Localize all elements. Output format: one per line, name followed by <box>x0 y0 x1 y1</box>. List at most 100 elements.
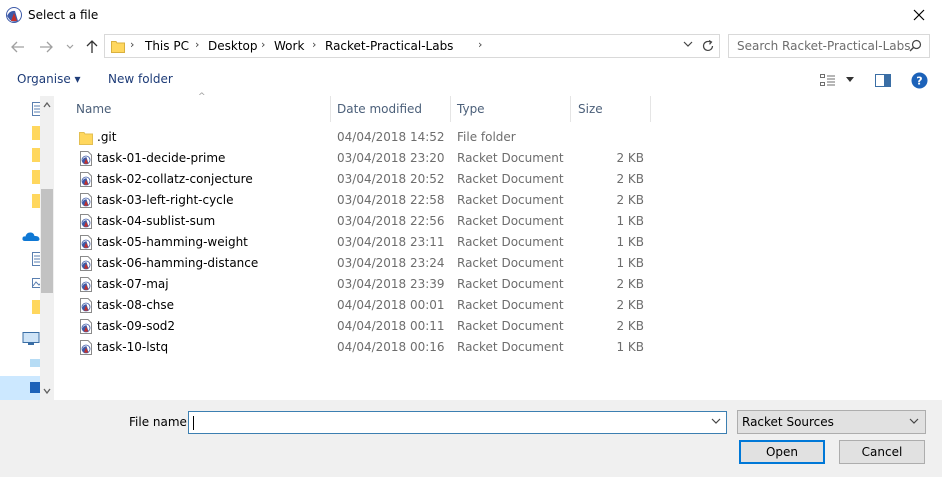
column-header-name[interactable]: Name <box>76 96 111 122</box>
file-row[interactable]: task-08-chse 04/04/2018 00:01 Racket Docum… <box>62 295 942 316</box>
racket-file-icon <box>80 172 92 187</box>
file-row[interactable]: task-01-decide-prime 03/04/2018 23:20 Rack… <box>62 148 942 169</box>
recent-locations-button[interactable] <box>62 39 78 55</box>
preview-pane-icon[interactable] <box>875 74 891 87</box>
up-button[interactable] <box>84 39 100 55</box>
cancel-button[interactable]: Cancel <box>839 440 925 464</box>
column-divider[interactable] <box>450 96 451 122</box>
onedrive-icon[interactable] <box>22 230 40 242</box>
column-header-date-modified[interactable]: Date modified <box>337 96 422 122</box>
chevron-up-icon[interactable] <box>43 102 51 108</box>
forward-button[interactable] <box>38 39 54 55</box>
file-row[interactable]: task-10-lstq 04/04/2018 00:16 Racket Docum… <box>62 337 942 358</box>
file-name: .git <box>97 130 117 144</box>
file-row[interactable]: task-02-collatz-conjecture 03/04/2018 20:… <box>62 169 942 190</box>
new-folder-button[interactable]: New folder <box>108 72 173 86</box>
file-row[interactable]: task-04-sublist-sum 03/04/2018 22:56 Racke… <box>62 211 942 232</box>
file-list: ^ Name Date modified Type Size .git 04/04… <box>62 92 942 400</box>
file-size: 2 KB <box>616 277 644 291</box>
chevron-down-icon[interactable] <box>846 77 854 82</box>
help-icon[interactable]: ? <box>911 72 928 89</box>
column-divider[interactable] <box>330 96 331 122</box>
breadcrumb-desktop[interactable]: Desktop <box>208 39 258 53</box>
file-type-filter[interactable]: Racket Sources <box>737 410 926 434</box>
file-name: task-10-lstq <box>97 340 169 354</box>
bottom-panel: File name: Racket Sources Open Cancel <box>0 400 942 477</box>
navigation-row: › This PC › Desktop › Work › Racket-Prac… <box>0 30 942 64</box>
close-button[interactable] <box>896 0 942 30</box>
search-icon <box>909 39 922 52</box>
file-date-modified: 04/04/2018 00:01 <box>337 298 445 312</box>
chevron-down-icon <box>66 44 74 49</box>
this-pc-icon[interactable] <box>22 332 40 346</box>
navigation-scrollbar[interactable] <box>40 96 54 400</box>
breadcrumb-work[interactable]: Work <box>274 39 304 53</box>
file-name-input[interactable] <box>192 414 702 431</box>
racket-file-icon <box>80 214 92 229</box>
selected-nav-item[interactable] <box>0 376 40 400</box>
file-name: task-02-collatz-conjecture <box>97 172 253 186</box>
file-row[interactable]: task-03-left-right-cycle 03/04/2018 22:58… <box>62 190 942 211</box>
file-name: task-04-sublist-sum <box>97 214 216 228</box>
file-name-combobox[interactable] <box>188 411 727 434</box>
address-bar[interactable]: › This PC › Desktop › Work › Racket-Prac… <box>104 34 720 58</box>
chevron-right-icon: › <box>130 38 135 51</box>
toolbar: Organise ▾ New folder ? <box>0 64 942 96</box>
file-name: task-01-decide-prime <box>97 151 226 165</box>
file-row[interactable]: task-07-maj 03/04/2018 23:39 Racket Docume… <box>62 274 942 295</box>
racket-file-icon <box>80 256 92 271</box>
chevron-down-icon[interactable] <box>43 388 51 394</box>
column-divider[interactable] <box>650 96 651 122</box>
chevron-right-icon: › <box>312 38 317 51</box>
file-row[interactable]: task-09-sod2 04/04/2018 00:11 Racket Docum… <box>62 316 942 337</box>
chevron-right-icon: › <box>195 38 200 51</box>
file-size: 2 KB <box>616 151 644 165</box>
file-size: 1 KB <box>616 214 644 228</box>
file-size: 2 KB <box>616 319 644 333</box>
file-row[interactable]: .git 04/04/2018 14:52 File folder <box>62 127 942 148</box>
desktop-icon[interactable] <box>30 356 40 370</box>
sort-ascending-icon: ^ <box>198 92 206 102</box>
racket-file-icon <box>80 193 92 208</box>
breadcrumb-this-pc[interactable]: This PC <box>145 39 189 53</box>
back-button[interactable] <box>10 39 26 55</box>
folder-icon <box>111 41 125 53</box>
racket-file-icon <box>80 298 92 313</box>
file-size: 1 KB <box>616 256 644 270</box>
title-bar: Select a file <box>0 0 942 30</box>
column-divider[interactable] <box>570 96 571 122</box>
folder-icon <box>30 382 40 393</box>
racket-file-icon <box>80 319 92 334</box>
organise-button[interactable]: Organise ▾ <box>17 72 81 86</box>
file-name: task-07-maj <box>97 277 169 291</box>
view-options-icon[interactable] <box>820 74 836 86</box>
file-date-modified: 04/04/2018 14:52 <box>337 130 445 144</box>
file-date-modified: 03/04/2018 23:24 <box>337 256 445 270</box>
file-type: Racket Document <box>457 256 564 270</box>
svg-text:?: ? <box>916 75 922 88</box>
file-date-modified: 04/04/2018 00:16 <box>337 340 445 354</box>
scrollbar-thumb[interactable] <box>41 189 53 293</box>
file-type: Racket Document <box>457 193 564 207</box>
file-row[interactable]: task-06-hamming-distance 03/04/2018 23:24… <box>62 253 942 274</box>
window-title: Select a file <box>28 8 99 22</box>
chevron-down-icon <box>909 418 919 424</box>
file-row[interactable]: task-05-hamming-weight 03/04/2018 23:11 Ra… <box>62 232 942 253</box>
arrow-left-icon <box>11 41 24 53</box>
file-size: 1 KB <box>616 235 644 249</box>
file-name: task-08-chse <box>97 298 175 312</box>
refresh-icon[interactable] <box>701 39 715 53</box>
column-header-type[interactable]: Type <box>457 96 485 122</box>
breadcrumb-racket-practical-labs[interactable]: Racket-Practical-Labs <box>325 39 453 53</box>
file-date-modified: 03/04/2018 23:39 <box>337 277 445 291</box>
racket-file-icon <box>80 277 92 292</box>
chevron-down-icon[interactable] <box>683 41 693 48</box>
racket-file-icon <box>80 235 92 250</box>
column-header-size[interactable]: Size <box>578 96 603 122</box>
search-input[interactable]: Search Racket-Practical-Labs <box>728 34 930 58</box>
chevron-down-icon[interactable] <box>711 418 721 425</box>
file-name-label: File name: <box>129 415 191 429</box>
search-placeholder: Search Racket-Practical-Labs <box>737 39 911 53</box>
open-button[interactable]: Open <box>739 440 825 464</box>
file-name: task-06-hamming-distance <box>97 256 259 270</box>
